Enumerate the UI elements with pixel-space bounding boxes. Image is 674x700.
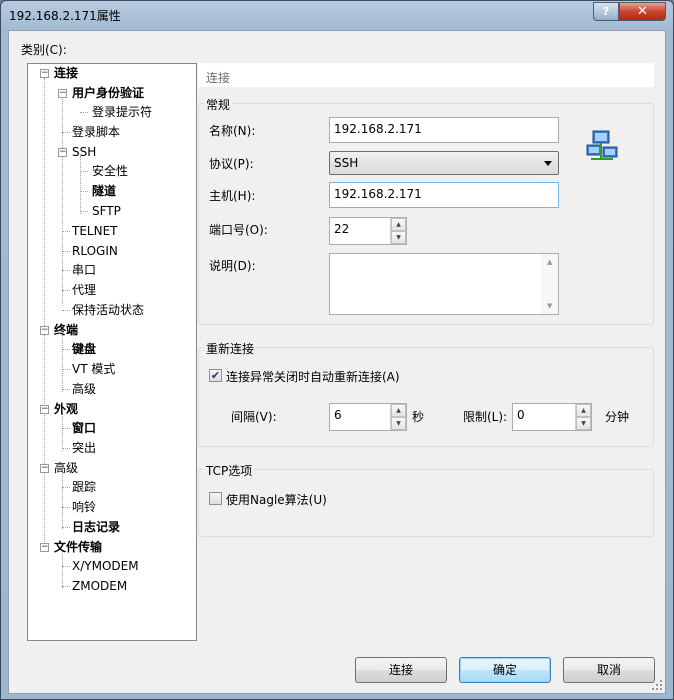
window-title: 192.168.2.171属性 [9,9,121,23]
tree-item-serial[interactable]: 串口 [72,261,96,279]
description-label: 说明(D): [209,259,256,273]
spin-down-icon[interactable]: ▼ [576,417,591,430]
port-spinner[interactable]: ▲ ▼ [390,218,406,244]
name-label: 名称(N): [209,124,256,138]
tree-item-sftp[interactable]: SFTP [92,202,121,220]
tree-item-telnet[interactable]: TELNET [72,222,118,240]
tcp-group-title: TCP选项 [204,462,255,479]
spin-up-icon[interactable]: ▲ [576,404,591,417]
spin-down-icon[interactable]: ▼ [391,417,406,430]
tree-item-connection[interactable]: 连接 [54,64,78,82]
category-tree[interactable]: − 连接 − 用户身份验证 登录提示符 登录脚本 − SSH 安全性 隧道 SF… [27,63,197,641]
host-input[interactable]: 192.168.2.171 [329,182,559,208]
description-scrollbar[interactable]: ▲ ▼ [542,254,558,314]
general-group-title: 常规 [204,96,233,113]
tree-item-appearance[interactable]: 外观 [54,400,78,418]
nagle-checkbox[interactable] [209,492,222,505]
properties-window: 192.168.2.171属性 ? ✕ 类别(C): − 连接 − 用户身份验证… [0,0,674,700]
resize-grip-icon[interactable] [651,679,663,691]
collapse-terminal-icon[interactable]: − [40,326,49,335]
tree-item-proxy[interactable]: 代理 [72,281,96,299]
auto-reconnect-label[interactable]: 连接异常关闭时自动重新连接(A) [226,368,400,385]
tree-item-vt-mode[interactable]: VT 模式 [72,360,115,378]
interval-spinner[interactable]: ▲ ▼ [390,404,406,430]
reconnect-group [198,347,654,447]
scroll-up-icon[interactable]: ▲ [547,258,552,266]
protocol-label: 协议(P): [209,157,254,171]
ok-button[interactable]: 确定 [459,657,551,683]
limit-spinner[interactable]: ▲ ▼ [575,404,591,430]
protocol-select[interactable]: SSH [329,151,559,175]
host-label: 主机(H): [209,189,256,203]
interval-unit: 秒 [412,410,425,424]
description-textarea[interactable]: ▲ ▼ [329,253,559,315]
title-bar[interactable]: 192.168.2.171属性 ? ✕ [1,1,673,29]
nagle-label[interactable]: 使用Nagle算法(U) [226,491,327,508]
tree-item-window[interactable]: 窗口 [72,419,96,437]
category-label: 类别(C): [21,43,67,57]
tree-item-rlogin[interactable]: RLOGIN [72,242,118,260]
tree-item-file-transfer[interactable]: 文件传输 [54,538,102,556]
collapse-connection-icon[interactable]: − [40,69,49,78]
limit-unit: 分钟 [605,410,630,424]
help-button[interactable]: ? [593,2,619,21]
tree-item-terminal[interactable]: 终端 [54,321,78,339]
tree-item-user-auth[interactable]: 用户身份验证 [72,84,144,102]
tree-item-advanced[interactable]: 高级 [54,459,78,477]
collapse-ssh-icon[interactable]: − [58,148,67,157]
reconnect-group-title: 重新连接 [204,340,257,357]
interval-label: 间隔(V): [231,410,277,424]
tree-item-xymodem[interactable]: X/YMODEM [72,557,139,575]
tree-item-zmodem[interactable]: ZMODEM [72,577,127,595]
tree-item-keepalive[interactable]: 保持活动状态 [72,301,144,319]
spin-up-icon[interactable]: ▲ [391,218,406,231]
tree-item-security[interactable]: 安全性 [92,162,128,180]
panel-header: 连接 [198,63,654,87]
tree-item-trace[interactable]: 跟踪 [72,478,96,496]
tree-item-ssh[interactable]: SSH [72,143,96,161]
tree-item-keyboard[interactable]: 键盘 [72,340,96,358]
name-input[interactable]: 192.168.2.171 [329,117,559,143]
auto-reconnect-checkbox[interactable]: ✔ [209,369,222,382]
tree-item-highlight[interactable]: 突出 [72,439,96,457]
scroll-down-icon[interactable]: ▼ [547,302,552,310]
collapse-auth-icon[interactable]: − [58,89,67,98]
chevron-down-icon [544,161,552,166]
dialog-client: 类别(C): − 连接 − 用户身份验证 登录提示符 登录脚本 − SSH 安全… [8,30,666,694]
close-button[interactable]: ✕ [619,2,666,21]
collapse-file-transfer-icon[interactable]: − [40,543,49,552]
port-label: 端口号(O): [209,223,268,237]
network-computers-icon [586,130,618,160]
tree-item-login-prompt[interactable]: 登录提示符 [92,103,152,121]
tree-item-logging[interactable]: 日志记录 [72,518,120,536]
tree-item-tunnel[interactable]: 隧道 [92,182,116,200]
collapse-appearance-icon[interactable]: − [40,405,49,414]
tree-item-terminal-advanced[interactable]: 高级 [72,380,96,398]
limit-label: 限制(L): [463,410,508,424]
cancel-button[interactable]: 取消 [563,657,655,683]
connect-button[interactable]: 连接 [355,657,447,683]
tree-item-bell[interactable]: 响铃 [72,498,96,516]
spin-down-icon[interactable]: ▼ [391,231,406,244]
tree-item-login-script[interactable]: 登录脚本 [72,123,120,141]
spin-up-icon[interactable]: ▲ [391,404,406,417]
collapse-advanced-icon[interactable]: − [40,464,49,473]
